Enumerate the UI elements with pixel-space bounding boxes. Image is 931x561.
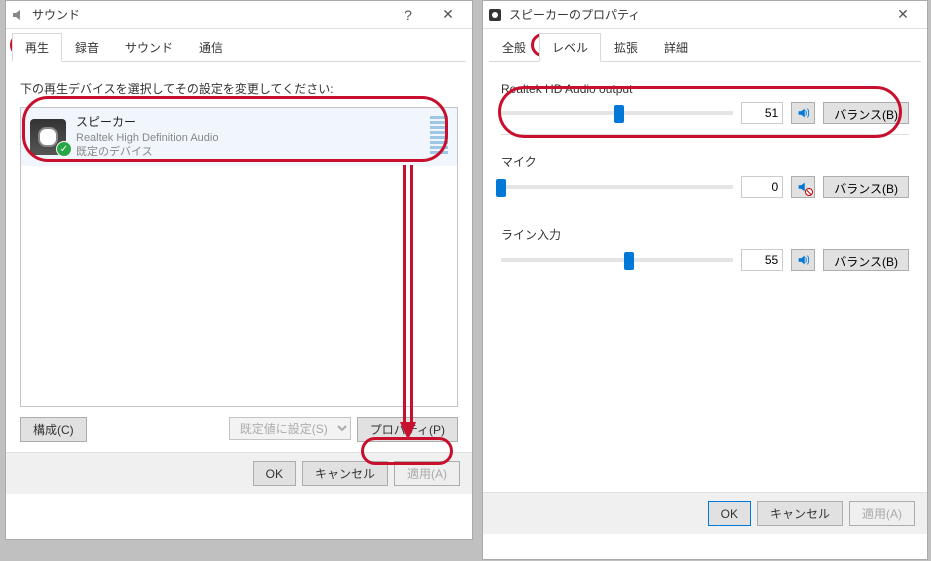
balance-button-linein[interactable]: バランス(B) <box>823 249 909 271</box>
section-title: ライン入力 <box>501 226 909 243</box>
tab-sounds[interactable]: サウンド <box>112 33 186 62</box>
mute-button-output[interactable] <box>791 102 815 124</box>
balance-button-mic[interactable]: バランス(B) <box>823 176 909 198</box>
volume-slider-linein[interactable] <box>501 250 733 270</box>
titlebar[interactable]: サウンド ? ✕ <box>6 1 472 29</box>
volume-value-linein[interactable] <box>741 249 783 271</box>
mute-button-linein[interactable] <box>791 249 815 271</box>
instruction-text: 下の再生デバイスを選択してその設定を変更してください: <box>20 80 458 97</box>
tabs: 再生 録音 サウンド 通信 <box>6 29 472 62</box>
close-button[interactable]: ✕ <box>883 2 923 28</box>
tab-playback[interactable]: 再生 <box>12 33 62 62</box>
default-check-icon: ✓ <box>56 141 72 157</box>
tab-communications[interactable]: 通信 <box>186 33 236 62</box>
device-status: 既定のデバイス <box>76 145 430 159</box>
device-item-speaker[interactable]: ✓ スピーカー Realtek High Definition Audio 既定… <box>21 108 457 166</box>
muted-icon <box>805 188 813 196</box>
configure-button[interactable]: 構成(C) <box>20 417 87 442</box>
level-meter-icon <box>430 116 448 158</box>
volume-slider-output[interactable] <box>501 103 733 123</box>
level-section-linein: ライン入力 バランス(B) <box>501 226 909 281</box>
dialog-buttons: OK キャンセル 適用(A) <box>483 492 927 534</box>
volume-value-output[interactable] <box>741 102 783 124</box>
speaker-icon <box>487 7 503 23</box>
device-driver: Realtek High Definition Audio <box>76 131 430 145</box>
set-default-dropdown[interactable]: 既定値に設定(S) <box>229 417 351 440</box>
dialog-buttons: OK キャンセル 適用(A) <box>6 452 472 494</box>
ok-button[interactable]: OK <box>253 461 296 486</box>
window-title: スピーカーのプロパティ <box>509 6 883 23</box>
sound-window: サウンド ? ✕ 再生 録音 サウンド 通信 下の再生デバイスを選択してその設定… <box>5 0 473 540</box>
properties-button[interactable]: プロパティ(P) <box>357 417 458 442</box>
cancel-button[interactable]: キャンセル <box>757 501 843 526</box>
tab-advanced[interactable]: 詳細 <box>651 33 701 62</box>
tab-general[interactable]: 全般 <box>489 33 539 62</box>
volume-slider-mic[interactable] <box>501 177 733 197</box>
apply-button[interactable]: 適用(A) <box>849 501 915 526</box>
help-button[interactable]: ? <box>388 2 428 28</box>
tab-levels[interactable]: レベル <box>539 33 601 62</box>
tab-recording[interactable]: 録音 <box>62 33 112 62</box>
window-title: サウンド <box>32 6 388 23</box>
tab-enhancements[interactable]: 拡張 <box>601 33 651 62</box>
device-name: スピーカー <box>76 115 430 131</box>
close-button[interactable]: ✕ <box>428 2 468 28</box>
ok-button[interactable]: OK <box>708 501 751 526</box>
section-title: マイク <box>501 153 909 170</box>
volume-value-mic[interactable] <box>741 176 783 198</box>
tabs: 全般 レベル 拡張 詳細 <box>483 29 927 62</box>
mute-button-mic[interactable] <box>791 176 815 198</box>
apply-button[interactable]: 適用(A) <box>394 461 460 486</box>
sound-icon <box>10 7 26 23</box>
level-section-output: Realtek HD Audio output バランス(B) <box>501 82 909 135</box>
titlebar[interactable]: スピーカーのプロパティ ✕ <box>483 1 927 29</box>
section-title: Realtek HD Audio output <box>501 82 909 96</box>
level-section-mic: マイク バランス(B) <box>501 153 909 208</box>
speaker-properties-window: スピーカーのプロパティ ✕ 全般 レベル 拡張 詳細 Realtek HD Au… <box>482 0 928 560</box>
balance-button-output[interactable]: バランス(B) <box>823 102 909 124</box>
cancel-button[interactable]: キャンセル <box>302 461 388 486</box>
device-list[interactable]: ✓ スピーカー Realtek High Definition Audio 既定… <box>20 107 458 407</box>
